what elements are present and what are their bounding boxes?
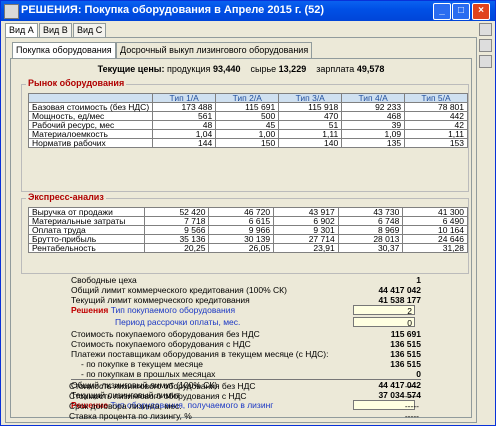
table-cell: 30,37 [337,243,404,253]
toolbar-icon-3[interactable] [479,55,492,68]
lease-term-row: Срок договора лизинга, мес. ----- [69,401,419,411]
cost-vat-row: Стоимость покупаемого оборудования с НДС… [71,339,421,349]
table-cell: 26,05 [208,243,275,253]
type-label: Тип покупаемого оборудования [110,305,236,315]
toolbar-icon-1[interactable] [479,23,492,36]
table-row: Рентабельность 20,25 26,05 23,91 30,37 31,28 [28,243,468,253]
lease-no-vat-row: Стоимость лизингового оборудования без Н… [69,381,419,391]
express-title: Экспресс-анализ [26,192,106,202]
period-row: Период рассрочки оплаты, мес. [115,317,355,327]
window-title: РЕШЕНИЯ: Покупка оборудования в Апреле 2… [21,4,325,16]
lease-info-block: Стоимость лизингового оборудования без Н… [9,381,469,425]
buy-prev-row: - по покупкам в прошлых месяцах 0 [71,369,421,379]
buy-cur-label: - по покупке в текущем месяце [81,359,204,369]
table-cell: 135 [341,138,406,148]
credit-limit-row: Общий лимит коммерческого кредитования (… [71,285,421,295]
credit-limit-label: Общий лимит коммерческого кредитования (… [71,285,287,295]
market-group: Рынок оборудования Тип 1/А Тип 2/А Тип 3/А… [21,78,469,192]
cost-vat-label: Стоимость покупаемого оборудования с НДС [71,339,251,349]
cur-credit-label: Текущий лимит коммерческого кредитования [71,295,250,305]
market-title: Рынок оборудования [26,78,127,88]
table-cell: 20,25 [143,243,210,253]
app-icon [4,4,19,19]
market-table: Тип 1/А Тип 2/А Тип 3/А Тип 4/А Тип 5/А Базов… [27,93,468,148]
row-label: Норматив рабочих [27,138,154,148]
lease-rate-row: Ставка процента по лизингу, % ----- [69,411,419,421]
period-input[interactable]: 0 [353,317,415,328]
minimize-button[interactable]: _ [433,3,451,20]
free-shops-label: Свободные цеха [71,275,137,285]
table-row: Материальные затраты 7 718 6 615 6 902 6 748… [28,216,468,226]
lease-term-value: ----- [404,401,419,411]
app-window: РЕШЕНИЯ: Покупка оборудования в Апреле 2… [0,0,496,426]
equipment-type-input[interactable]: 2 [353,305,415,316]
table-cell: 140 [278,138,343,148]
raw-label: сырье [250,64,277,74]
cost-no-vat-row: Стоимость покупаемого оборудования без Н… [71,329,421,339]
buy-prev-label: - по покупкам в прошлых месяцах [81,369,216,379]
table-cell: 31,28 [402,243,468,253]
decisions-label: Решения [71,305,109,315]
table-cell: 150 [215,138,280,148]
cost-no-vat-value: 115 691 [390,329,421,339]
supplier-pay-value: 136 515 [390,349,421,359]
current-prices: Текущие цены: продукция 93,440 сырье 13,… [11,64,471,74]
cost-vat-value: 136 515 [390,339,421,349]
lease-vat-value: ----- [404,391,419,401]
buy-prev-value: 0 [416,369,421,379]
cost-no-vat-label: Стоимость покупаемого оборудования без Н… [71,329,260,339]
express-table: Выручка от продажи 52 420 46 720 43 917 43 7… [28,207,468,253]
cur-credit-row: Текущий лимит коммерческого кредитования… [71,295,421,305]
lease-vat-label: Стоимость лизингового оборудования с НДС [69,391,247,401]
lease-term-label: Срок договора лизинга, мес. [69,401,182,411]
close-button[interactable]: × [472,3,490,20]
table-cell: 144 [152,138,217,148]
tab-view-b[interactable]: Вид B [39,23,72,37]
table-cell: 23,91 [273,243,339,253]
lease-vat-row: Стоимость лизингового оборудования с НДС… [69,391,419,401]
cur-credit-value: 41 538 177 [378,295,421,305]
lease-no-vat-value: ----- [404,381,419,391]
buy-cur-row: - по покупке в текущем месяце 136 515 [71,359,421,369]
table-row: Норматив рабочих 144 150 140 135 153 [27,138,468,148]
tab-view-c[interactable]: Вид C [73,23,107,37]
maximize-button[interactable]: □ [452,3,470,20]
tab-buy-equipment[interactable]: Покупка оборудования [12,42,116,59]
period-label: Период рассрочки оплаты, мес. [115,317,241,327]
title-bar: РЕШЕНИЯ: Покупка оборудования в Апреле 2… [1,1,495,21]
side-toolbar [479,23,492,71]
supplier-pay-row: Платежи поставщикам оборудования в текущ… [71,349,421,359]
free-shops-row: Свободные цеха 1 [71,275,421,285]
prices-label: Текущие цены: [97,64,165,74]
salary-price: 49,578 [356,64,385,74]
supplier-pay-label: Платежи поставщикам оборудования в текущ… [71,349,329,359]
lease-rate-label: Ставка процента по лизингу, % [69,411,192,421]
tab-early-buyout[interactable]: Досрочный выкуп лизингового оборудования [116,42,313,58]
salary-label: зарплата [316,64,355,74]
free-shops-value: 1 [416,275,421,285]
express-group: Экспресс-анализ Выручка от продажи 52 420… [21,192,469,274]
product-label: продукция [166,64,211,74]
lease-no-vat-label: Стоимость лизингового оборудования без Н… [69,381,256,391]
row-label: Рентабельность [28,243,145,253]
buy-panel: Текущие цены: продукция 93,440 сырье 13,… [10,58,472,418]
product-price: 93,440 [212,64,241,74]
toolbar-icon-2[interactable] [479,39,492,52]
buy-cur-value: 136 515 [390,359,421,369]
tab-view-a[interactable]: Вид А [5,23,38,38]
view-panel: Покупка оборудования Досрочный выкуп лиз… [5,37,477,423]
raw-price: 13,229 [278,64,307,74]
lease-rate-value: ----- [404,411,419,421]
table-cell: 153 [404,138,468,148]
credit-limit-value: 44 417 042 [378,285,421,295]
